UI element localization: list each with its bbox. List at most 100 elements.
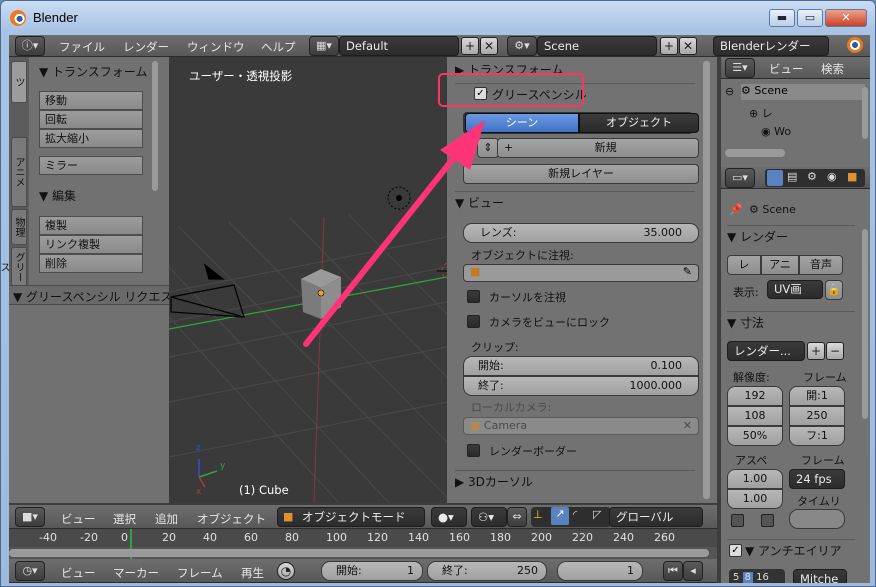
aspect-y[interactable]: 1.00 xyxy=(727,489,783,509)
aspect-x[interactable]: 1.00 xyxy=(727,469,783,489)
frame-step[interactable]: フ:1 xyxy=(789,426,845,446)
resolution-percent[interactable]: 50% xyxy=(727,426,783,446)
scale-button[interactable]: 拡大縮小 xyxy=(39,129,143,148)
tab-animation[interactable]: アニメ xyxy=(11,137,27,207)
frame-end[interactable]: 250 xyxy=(789,406,845,426)
3d-viewport[interactable]: ユーザー・透視投影 (1) Cube z y x xyxy=(169,57,447,503)
new-layer-button[interactable]: 新規レイヤー xyxy=(463,164,699,184)
expand-icon[interactable]: ⊖ xyxy=(725,85,734,98)
fps-select[interactable]: 24 fps xyxy=(789,469,845,489)
outliner-row-world[interactable]: ◉ Wo xyxy=(761,125,791,138)
3d-menu-add[interactable]: 追加 xyxy=(155,511,178,527)
layers-tab-icon[interactable]: ▤ xyxy=(787,170,797,183)
mode-select[interactable]: オブジェクトモード xyxy=(277,507,425,527)
manipulator-toggle-icon[interactable]: ⇔ xyxy=(507,507,527,527)
eyedropper-icon[interactable]: ✎ xyxy=(683,265,692,278)
scene-field[interactable]: Scene xyxy=(537,36,657,56)
frame-start[interactable]: 開:1 xyxy=(789,386,845,406)
aa-filter-select[interactable]: Mitche xyxy=(793,569,847,583)
scene-icon[interactable]: ⚙▾ xyxy=(507,36,537,56)
resolution-y[interactable]: 108 xyxy=(727,406,783,426)
render-tab-icon[interactable] xyxy=(767,170,783,186)
layout-add-icon[interactable]: + xyxy=(461,37,479,55)
outliner-menu-search[interactable]: 検索 xyxy=(821,61,844,77)
world-tab-icon[interactable]: ◉ xyxy=(827,170,837,183)
orientation-select[interactable]: グローバル xyxy=(609,507,703,527)
grease-request-title[interactable]: ▼ グリースペンシル リクエスト xyxy=(13,288,169,305)
lens-field[interactable]: レンズ: 35.000 xyxy=(463,223,699,243)
aa-8[interactable]: 8 xyxy=(742,572,753,583)
lock-object-field[interactable]: ■ ✎ xyxy=(463,264,699,282)
axis-manip-icon[interactable]: ⊥ xyxy=(533,508,543,521)
3d-menu-select[interactable]: 選択 xyxy=(113,511,136,527)
properties-scrollbar[interactable] xyxy=(862,229,868,419)
clip-end-field[interactable]: 終了: 1000.000 xyxy=(463,376,699,396)
render-audio-button[interactable]: 音声 xyxy=(799,255,843,275)
preset-select[interactable]: レンダー... xyxy=(727,341,805,361)
aa-samples[interactable]: 5 8 16 xyxy=(729,569,785,583)
outliner-menu-view[interactable]: ビュー xyxy=(769,61,804,77)
render-engine-select[interactable]: Blenderレンダー xyxy=(713,36,829,56)
render-image-button[interactable]: レ xyxy=(727,255,761,275)
display-select[interactable]: UV画 xyxy=(767,280,823,299)
3d-menu-object[interactable]: オブジェクト xyxy=(197,511,266,527)
3d-menu-view[interactable]: ビュー xyxy=(61,511,96,527)
anti-alias-section[interactable]: ▼ アンチエイリア xyxy=(745,540,855,562)
time-remap-field[interactable] xyxy=(789,509,845,529)
outliner-row-scene[interactable]: ⚙ Scene xyxy=(741,84,865,100)
rotate-icon[interactable]: ◜ xyxy=(573,508,577,521)
render-animation-button[interactable]: アニ xyxy=(761,255,799,275)
current-frame-field[interactable]: 1 xyxy=(557,561,643,581)
border-checkbox[interactable] xyxy=(731,514,744,527)
clip-start-field[interactable]: 開始: 0.100 xyxy=(463,356,699,376)
menu-file[interactable]: ファイル xyxy=(59,39,105,55)
lock-interface-icon[interactable]: 🔒 xyxy=(825,280,843,300)
gp-browse-icon[interactable]: ⇕ xyxy=(477,138,499,158)
tl-menu-marker[interactable]: マーカー xyxy=(113,565,159,581)
move-button[interactable]: 移動 xyxy=(39,91,143,110)
tab-physics[interactable]: 物理 xyxy=(11,209,27,245)
tab-grease[interactable]: グリース xyxy=(0,247,27,287)
crop-checkbox[interactable] xyxy=(761,514,774,527)
resolution-x[interactable]: 192 xyxy=(727,386,783,406)
3d-cursor-section[interactable]: ▶ 3Dカーソル xyxy=(455,470,695,492)
preview-range-icon[interactable]: ◔ xyxy=(277,562,295,580)
menu-help[interactable]: ヘルプ xyxy=(261,39,296,55)
timeline-area[interactable]: -40 -20 0 20 40 60 80 100 120 140 160 180 200 220 240 2… xyxy=(9,529,717,561)
tl-menu-view[interactable]: ビュー xyxy=(61,565,96,581)
object-source-button[interactable]: オブジェクト xyxy=(579,113,699,133)
transform-panel-title[interactable]: ▼ トランスフォーム xyxy=(39,63,147,80)
shading-select[interactable]: ●▾ xyxy=(431,507,467,527)
pivot-select[interactable]: ⚇▾ xyxy=(471,507,507,527)
scene-add-icon[interactable]: + xyxy=(660,37,678,55)
rotate-button[interactable]: 回転 xyxy=(39,110,143,129)
layout-remove-icon[interactable]: ✕ xyxy=(480,37,498,55)
shelf-scrollbar[interactable] xyxy=(152,61,158,191)
npanel-scrollbar[interactable] xyxy=(703,61,710,499)
lock-cursor-checkbox[interactable] xyxy=(467,290,480,303)
preset-add-icon[interactable]: + xyxy=(807,342,825,360)
scale-icon[interactable]: ◸ xyxy=(593,508,601,521)
layout-field[interactable]: Default xyxy=(339,36,459,56)
pin-icon[interactable]: 📌 xyxy=(729,203,743,216)
view-section[interactable]: ▼ ビュー xyxy=(455,191,695,213)
mirror-button[interactable]: ミラー xyxy=(39,156,143,175)
outliner-editor-icon[interactable]: ☰▾ xyxy=(725,58,755,78)
duplicate-button[interactable]: 複製 xyxy=(39,216,143,235)
render-section[interactable]: ▼ レンダー xyxy=(727,225,855,247)
scene-tab-icon[interactable]: ⚙ xyxy=(807,170,817,183)
outliner-hscroll[interactable] xyxy=(725,149,785,157)
outliner-row-render[interactable]: ⊕ レ xyxy=(749,105,773,121)
start-frame-field[interactable]: 開始: 1 xyxy=(321,561,423,581)
jump-start-icon[interactable]: ⏮ xyxy=(663,561,683,581)
link-duplicate-button[interactable]: リンク複製 xyxy=(39,235,143,254)
render-border-checkbox[interactable] xyxy=(467,444,480,457)
delete-button[interactable]: 削除 xyxy=(39,254,143,273)
menu-window[interactable]: ウィンドウ xyxy=(187,39,245,55)
lock-camera-checkbox[interactable] xyxy=(467,315,480,328)
aa-16[interactable]: 16 xyxy=(756,572,769,583)
tl-menu-playback[interactable]: 再生 xyxy=(241,565,264,581)
preset-remove-icon[interactable]: − xyxy=(826,342,844,360)
tab-tools[interactable]: ツ xyxy=(11,61,27,103)
outliner-vscroll[interactable] xyxy=(862,87,868,139)
